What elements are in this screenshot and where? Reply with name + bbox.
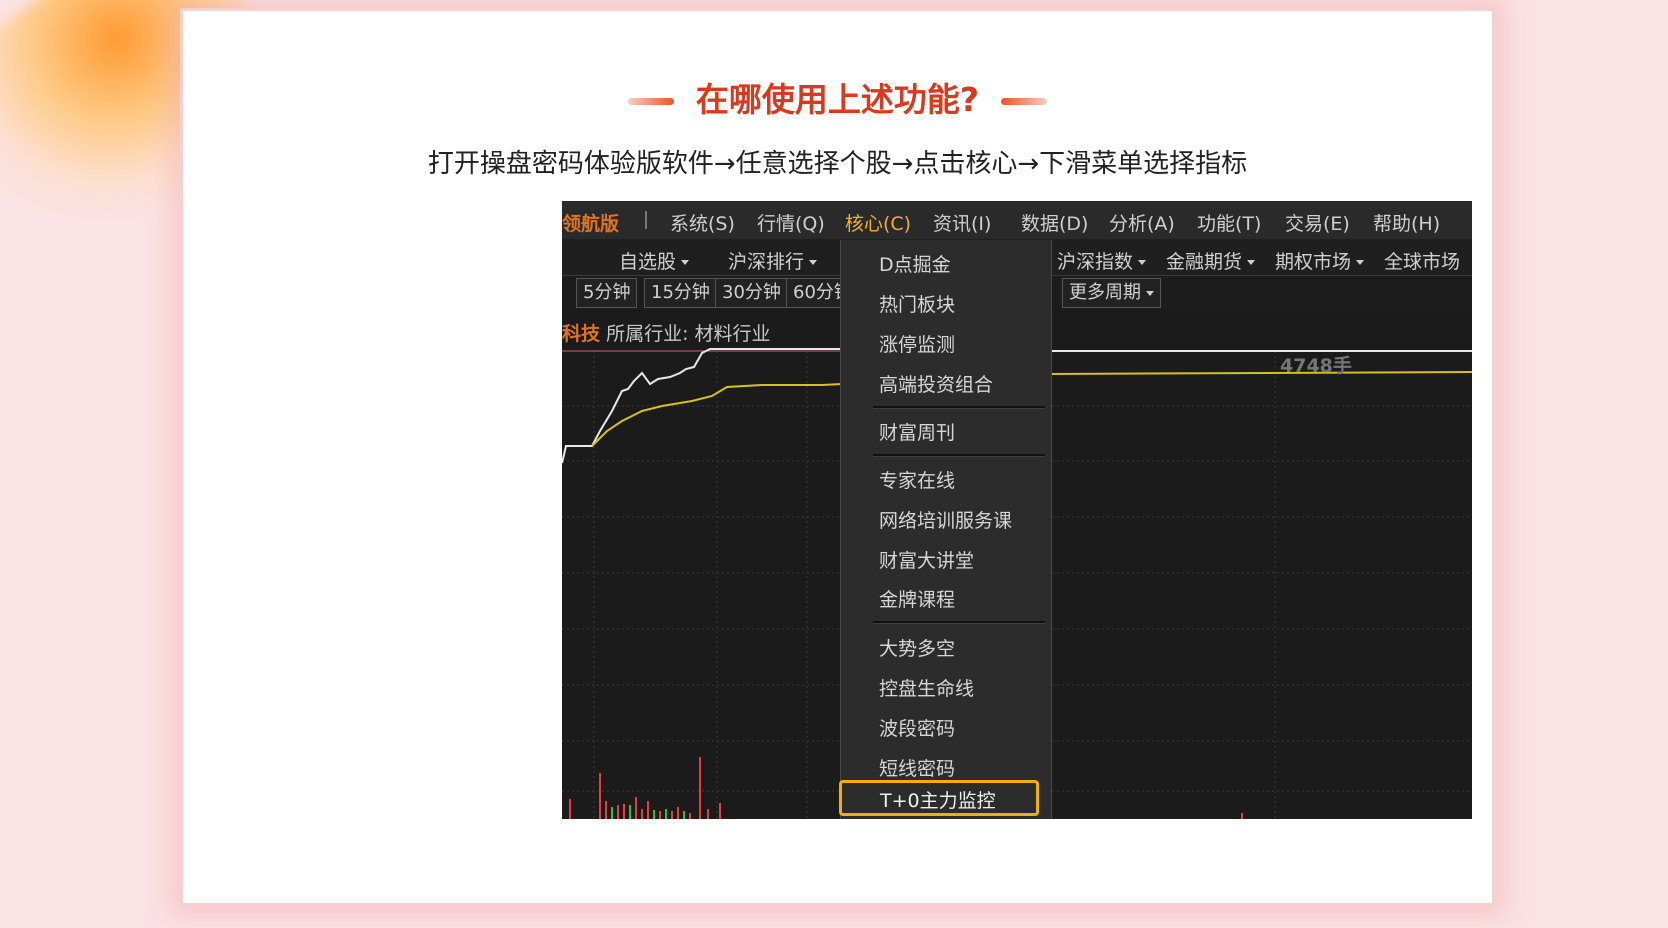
average-line-right	[1049, 371, 1472, 375]
hs-index-label: 沪深指数	[1057, 251, 1134, 273]
menu-core[interactable]: 核心(C)	[845, 209, 911, 236]
menu-item-control-lifeline[interactable]: 控盘生命线	[879, 674, 974, 701]
self-select-dropdown[interactable]: 自选股	[619, 247, 690, 274]
chevron-down-icon	[1138, 260, 1147, 265]
menu-item-wealth-weekly[interactable]: 财富周刊	[879, 418, 955, 445]
stock-industry: 所属行业: 材料行业	[606, 323, 771, 345]
fin-futures-dropdown[interactable]: 金融期货	[1166, 247, 1256, 274]
instruction-text: 打开操盘密码体验版软件→任意选择个股→点击核心→下滑菜单选择指标	[427, 149, 1248, 179]
menu-item-wealth-lecture[interactable]: 财富大讲堂	[879, 546, 974, 573]
hs-index-dropdown[interactable]: 沪深指数	[1057, 247, 1147, 274]
content-card: 在哪使用上述功能? 打开操盘密码体验版软件→任意选择个股→点击核心→下滑菜单选择…	[180, 8, 1495, 906]
global-market-label: 全球市场	[1384, 251, 1461, 273]
menu-item-market-trend[interactable]: 大势多空	[879, 634, 955, 661]
menu-trade[interactable]: 交易(E)	[1285, 209, 1350, 236]
menu-bar: 领航版 系统(S) 行情(Q) 核心(C) 资讯(I) 数据(D) 分析(A) …	[562, 201, 1472, 240]
menu-help[interactable]: 帮助(H)	[1373, 209, 1440, 236]
menu-item-online-training[interactable]: 网络培训服务课	[879, 506, 1012, 533]
period-5min-button[interactable]: 5分钟	[576, 278, 638, 308]
menu-item-short-code[interactable]: 短线密码	[879, 754, 955, 781]
menu-system[interactable]: 系统(S)	[670, 209, 735, 236]
menu-analysis[interactable]: 分析(A)	[1109, 209, 1175, 236]
menu-divider	[873, 454, 1045, 457]
options-market-label: 期权市场	[1275, 251, 1352, 273]
heading-text: 在哪使用上述功能?	[695, 80, 980, 119]
heading-dash-left	[627, 98, 674, 105]
stock-name: 科技	[562, 323, 601, 345]
menu-quotes[interactable]: 行情(Q)	[757, 209, 825, 236]
hs-rank-label: 沪深排行	[728, 251, 805, 273]
menu-item-swing-code[interactable]: 波段密码	[879, 714, 955, 741]
menu-item-expert-online[interactable]: 专家在线	[879, 466, 955, 493]
menu-news[interactable]: 资讯(I)	[933, 209, 991, 236]
stock-info: 科技 所属行业: 材料行业	[562, 319, 771, 346]
edition-label: 领航版	[562, 213, 620, 235]
fin-futures-label: 金融期货	[1166, 251, 1243, 273]
self-select-label: 自选股	[619, 251, 677, 273]
chevron-down-icon	[1356, 260, 1365, 265]
chevron-down-icon	[1146, 290, 1154, 296]
period-30min-button[interactable]: 30分钟	[715, 278, 788, 308]
menu-divider	[873, 621, 1045, 624]
hs-rank-dropdown[interactable]: 沪深排行	[728, 247, 818, 274]
menu-item-premium-portfolio[interactable]: 高端投资组合	[879, 370, 993, 397]
menu-data[interactable]: 数据(D)	[1021, 209, 1088, 236]
menu-item-hot-sectors[interactable]: 热门板块	[879, 290, 955, 317]
more-periods-dropdown[interactable]: 更多周期	[1062, 278, 1161, 308]
period-15min-button[interactable]: 15分钟	[644, 278, 717, 308]
chevron-down-icon	[1247, 260, 1256, 265]
menu-item-limit-up-monitor[interactable]: 涨停监测	[879, 330, 955, 357]
chevron-down-icon	[681, 260, 690, 265]
menu-item-t0-monitor[interactable]: T+0主力监控	[839, 780, 1039, 816]
volume-label: 4748手	[1280, 355, 1352, 377]
menu-function[interactable]: 功能(T)	[1197, 209, 1261, 236]
section-heading: 在哪使用上述功能?	[183, 73, 1492, 121]
core-dropdown-menu: D点掘金 热门板块 涨停监测 高端投资组合 财富周刊 专家在线 网络培训服务课 …	[839, 240, 1052, 819]
chevron-down-icon	[809, 260, 818, 265]
menu-separator	[645, 211, 647, 229]
menu-item-d-point[interactable]: D点掘金	[879, 250, 951, 277]
heading-dash-right	[1001, 98, 1048, 105]
software-screenshot: 领航版 系统(S) 行情(Q) 核心(C) 资讯(I) 数据(D) 分析(A) …	[562, 201, 1472, 819]
menu-divider	[873, 406, 1045, 409]
options-market-dropdown[interactable]: 期权市场	[1275, 247, 1365, 274]
more-periods-label: 更多周期	[1069, 282, 1141, 303]
menu-item-gold-course[interactable]: 金牌课程	[879, 585, 955, 612]
